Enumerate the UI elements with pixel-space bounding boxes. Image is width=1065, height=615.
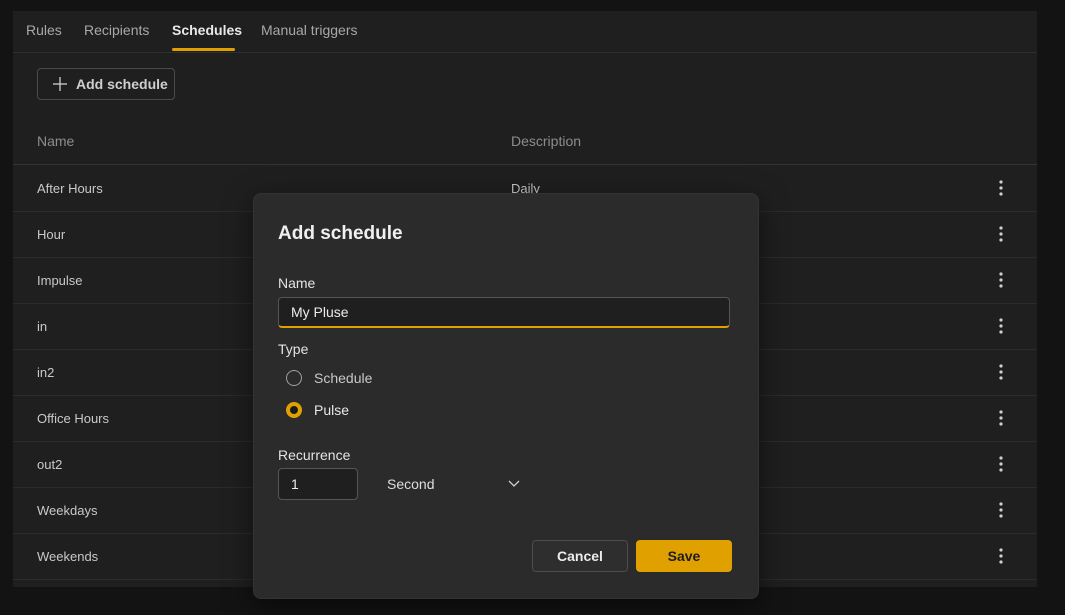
more-vertical-icon[interactable]: [997, 271, 1005, 289]
type-option-schedule[interactable]: Schedule: [286, 370, 372, 386]
name-field[interactable]: [278, 297, 730, 328]
row-name: in2: [37, 365, 55, 380]
dialog-title: Add schedule: [278, 223, 403, 244]
add-schedule-button[interactable]: Add schedule: [37, 68, 175, 100]
name-field-label: Name: [278, 275, 316, 291]
more-vertical-icon[interactable]: [997, 455, 1005, 473]
more-vertical-icon[interactable]: [997, 409, 1005, 427]
tab-bar: Rules Recipients Schedules Manual trigge…: [13, 11, 1037, 53]
tab-recipients[interactable]: Recipients: [84, 22, 149, 38]
chevron-down-icon: [508, 480, 520, 487]
more-vertical-icon[interactable]: [997, 225, 1005, 243]
add-schedule-dialog: Add schedule Name Type Schedule Pulse Re…: [253, 193, 759, 599]
column-header-name[interactable]: Name: [37, 133, 74, 149]
row-name: Office Hours: [37, 411, 110, 426]
recurrence-unit-value: Second: [387, 476, 435, 492]
row-name: Weekdays: [37, 503, 98, 518]
more-vertical-icon[interactable]: [997, 363, 1005, 381]
active-tab-indicator: [172, 48, 235, 51]
add-schedule-label: Add schedule: [76, 76, 168, 92]
radio-checked-icon: [286, 402, 302, 418]
row-name: in: [37, 319, 48, 334]
type-option-schedule-label: Schedule: [314, 370, 373, 386]
tab-schedules[interactable]: Schedules: [172, 22, 242, 38]
column-header-description[interactable]: Description: [511, 133, 581, 149]
recurrence-unit-select[interactable]: Second: [374, 468, 524, 500]
plus-icon: [53, 77, 67, 91]
row-name: Impulse: [37, 273, 83, 288]
more-vertical-icon[interactable]: [997, 179, 1005, 197]
type-option-pulse-label: Pulse: [314, 402, 350, 418]
recurrence-value-field[interactable]: [278, 468, 358, 500]
save-button[interactable]: Save: [636, 540, 732, 572]
row-name: out2: [37, 457, 63, 472]
type-option-pulse[interactable]: Pulse: [286, 402, 349, 418]
type-field-label: Type: [278, 341, 309, 357]
tab-manual-triggers[interactable]: Manual triggers: [261, 22, 358, 38]
more-vertical-icon[interactable]: [997, 317, 1005, 335]
radio-unchecked-icon: [286, 370, 302, 386]
row-name: After Hours: [37, 181, 103, 196]
cancel-button[interactable]: Cancel: [532, 540, 628, 572]
row-name: Weekends: [37, 549, 99, 564]
recurrence-field-label: Recurrence: [278, 447, 351, 463]
tab-rules[interactable]: Rules: [26, 22, 62, 38]
more-vertical-icon[interactable]: [997, 547, 1005, 565]
row-name: Hour: [37, 227, 66, 242]
more-vertical-icon[interactable]: [997, 501, 1005, 519]
